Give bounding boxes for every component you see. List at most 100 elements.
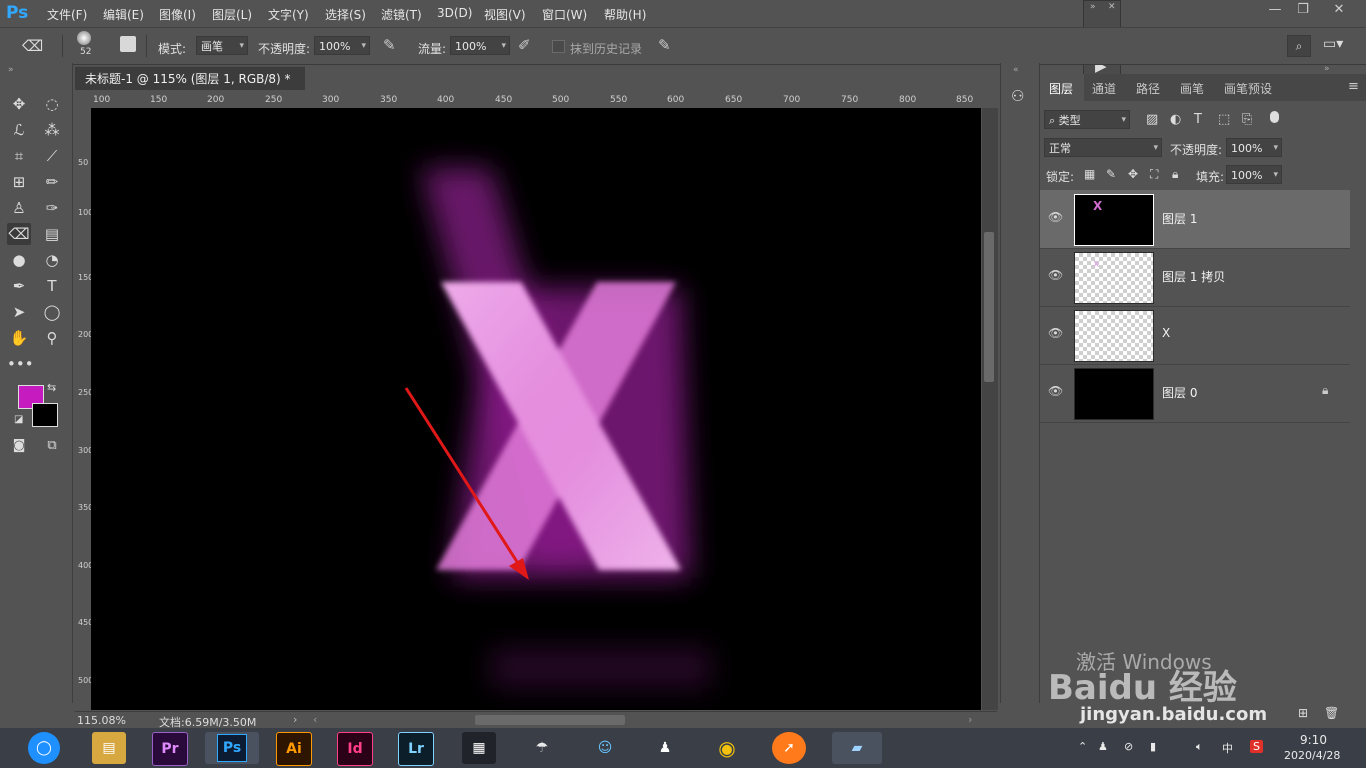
patch-tool-icon[interactable]: ⊞	[7, 171, 31, 193]
menu-filter[interactable]: 滤镜(T)	[381, 6, 422, 23]
delete-layer-icon[interactable]: 🗑︎	[1324, 706, 1339, 720]
new-layer-icon[interactable]: ⊞	[1298, 706, 1308, 720]
magic-wand-tool-icon[interactable]: ⁂	[40, 119, 64, 141]
collapse-panel-icon[interactable]: »	[1324, 64, 1330, 74]
file-explorer-icon[interactable]: ▤	[92, 732, 126, 764]
notes-app-icon[interactable]: ▰	[832, 732, 882, 764]
menu-image[interactable]: 图像(I)	[159, 6, 196, 23]
document-tab[interactable]: 未标题-1 @ 115% (图层 1, RGB/8) * ×	[75, 66, 305, 110]
minimize-button[interactable]: —	[1262, 2, 1288, 20]
brush-panel-toggle-icon[interactable]	[120, 36, 136, 52]
eraser-tool-icon[interactable]: ⌫	[7, 223, 31, 245]
collapse-tools-icon[interactable]: »	[8, 65, 14, 75]
hand-tool-icon[interactable]: ✋	[7, 327, 31, 349]
lock-artboard-icon[interactable]: ⛶	[1150, 167, 1158, 182]
workspace-icon[interactable]: ▭▾	[1323, 36, 1343, 52]
start-button[interactable]: ◯	[28, 732, 60, 764]
mode-select[interactable]: 画笔 ▾	[196, 36, 248, 55]
expand-dock-icon[interactable]: «	[1013, 65, 1019, 75]
layer-row-layer0[interactable]: 👁︎ 图层 0 🔒︎	[1040, 364, 1350, 423]
smart-object-filter-icon[interactable]: ⎘	[1242, 112, 1252, 127]
umbrella-app-icon[interactable]: ☂	[525, 732, 559, 764]
menu-edit[interactable]: 编辑(E)	[103, 6, 144, 23]
opacity-input[interactable]: 100% ▾	[314, 36, 370, 55]
collapse-icon[interactable]: »	[1090, 2, 1096, 12]
scroll-left-icon[interactable]: ‹	[313, 713, 317, 726]
ime-indicator[interactable]: 中	[1222, 740, 1233, 756]
dodge-tool-icon[interactable]: ◔	[40, 249, 64, 271]
menu-help[interactable]: 帮助(H)	[604, 6, 646, 23]
pressure-size-icon[interactable]: ✎	[658, 36, 671, 54]
erase-history-checkbox[interactable]	[552, 40, 565, 53]
tab-paths[interactable]: 路径	[1136, 80, 1160, 97]
close-icon[interactable]: ✕	[1108, 2, 1116, 12]
adjustment-filter-icon[interactable]: ◐	[1170, 112, 1181, 127]
path-selection-tool-icon[interactable]: ➤	[7, 301, 31, 323]
close-window-button[interactable]: ✕	[1326, 2, 1352, 20]
document-canvas[interactable]	[91, 108, 981, 710]
tray-expand-icon[interactable]: ⌃	[1078, 740, 1087, 753]
layer-opacity-input[interactable]: 100% ▾	[1226, 138, 1282, 157]
photoshop-taskbar-button[interactable]: Ps	[205, 732, 259, 764]
vertical-scroll-thumb[interactable]	[984, 232, 994, 382]
swap-colors-icon[interactable]: ⇆	[47, 381, 56, 394]
scroll-right-icon[interactable]: ›	[968, 713, 972, 726]
lock-all-icon[interactable]: 🔒︎	[1172, 167, 1178, 182]
fill-input[interactable]: 100% ▾	[1226, 165, 1282, 184]
menu-layer[interactable]: 图层(L)	[212, 6, 252, 23]
clock-date[interactable]: 2020/4/28	[1284, 749, 1340, 762]
more-tools-icon[interactable]: •••	[7, 353, 34, 375]
visibility-eye-icon[interactable]: 👁︎	[1048, 326, 1063, 340]
menu-window[interactable]: 窗口(W)	[542, 6, 587, 23]
indesign-icon[interactable]: Id	[337, 732, 373, 766]
layer-row-layer1[interactable]: 👁︎ X 图层 1	[1040, 190, 1350, 249]
clock-time[interactable]: 9:10	[1300, 733, 1327, 747]
visibility-eye-icon[interactable]: 👁︎	[1048, 268, 1063, 282]
search-icon[interactable]: ⌕	[1287, 35, 1311, 57]
history-brush-tool-icon[interactable]: ✑	[40, 197, 64, 219]
mascot-app-icon[interactable]: ☺	[588, 732, 622, 764]
tab-brush[interactable]: 画笔	[1180, 80, 1204, 97]
background-color-swatch[interactable]	[32, 403, 58, 427]
layer-filter-select[interactable]: ⌕ 类型 ▾	[1044, 110, 1130, 129]
visibility-eye-icon[interactable]: 👁︎	[1048, 210, 1063, 224]
type-filter-icon[interactable]: T	[1194, 112, 1202, 127]
premiere-icon[interactable]: Pr	[152, 732, 188, 766]
menu-3d[interactable]: 3D(D)	[437, 6, 472, 20]
marquee-tool-icon[interactable]: ◌	[40, 93, 64, 115]
lock-transparent-icon[interactable]: ▦	[1084, 167, 1095, 181]
lasso-tool-icon[interactable]: ℒ	[7, 119, 31, 141]
illustrator-icon[interactable]: Ai	[276, 732, 312, 766]
default-colors-icon[interactable]: ◪	[14, 414, 23, 425]
menu-type[interactable]: 文字(Y)	[268, 6, 309, 23]
pen-tool-icon[interactable]: ✒	[7, 275, 31, 297]
zoom-level[interactable]: 115.08%	[77, 714, 126, 727]
blur-tool-icon[interactable]: ●	[7, 249, 31, 271]
vertical-scrollbar[interactable]	[982, 108, 998, 710]
visibility-eye-icon[interactable]: 👁︎	[1048, 384, 1063, 398]
tab-channels[interactable]: 通道	[1092, 80, 1116, 97]
sogou-ime-icon[interactable]: S	[1250, 740, 1263, 753]
flow-input[interactable]: 100% ▾	[450, 36, 510, 55]
quick-mask-icon[interactable]: ◙	[7, 435, 31, 457]
browser-icon[interactable]: ➚	[772, 732, 806, 764]
status-menu-arrow-icon[interactable]: ›	[293, 713, 297, 726]
blend-mode-select[interactable]: 正常 ▾	[1044, 138, 1162, 157]
battery-tray-icon[interactable]: ▮	[1150, 740, 1156, 753]
screen-mode-icon[interactable]: ⧉	[40, 435, 64, 457]
move-tool-icon[interactable]: ✥	[7, 93, 31, 115]
properties-panel-icon[interactable]: ⚇	[1011, 87, 1024, 105]
ellipse-tool-icon[interactable]: ◯	[40, 301, 64, 323]
clone-stamp-tool-icon[interactable]: ♙	[7, 197, 31, 219]
layer-row-layer1-copy[interactable]: 👁︎ x 图层 1 拷贝	[1040, 248, 1350, 307]
pixel-filter-icon[interactable]: ▨	[1146, 112, 1158, 127]
crop-tool-icon[interactable]: ⌗	[7, 145, 31, 167]
eyedropper-tool-icon[interactable]: ⟋	[40, 145, 64, 167]
zoom-tool-icon[interactable]: ⚲	[40, 327, 64, 349]
brush-tool-icon[interactable]: ✏	[40, 171, 64, 193]
tab-layers[interactable]: 图层	[1049, 80, 1073, 97]
menu-select[interactable]: 选择(S)	[325, 6, 366, 23]
menu-view[interactable]: 视图(V)	[484, 6, 526, 23]
lightroom-icon[interactable]: Lr	[398, 732, 434, 766]
lock-position-icon[interactable]: ✥	[1128, 167, 1138, 181]
